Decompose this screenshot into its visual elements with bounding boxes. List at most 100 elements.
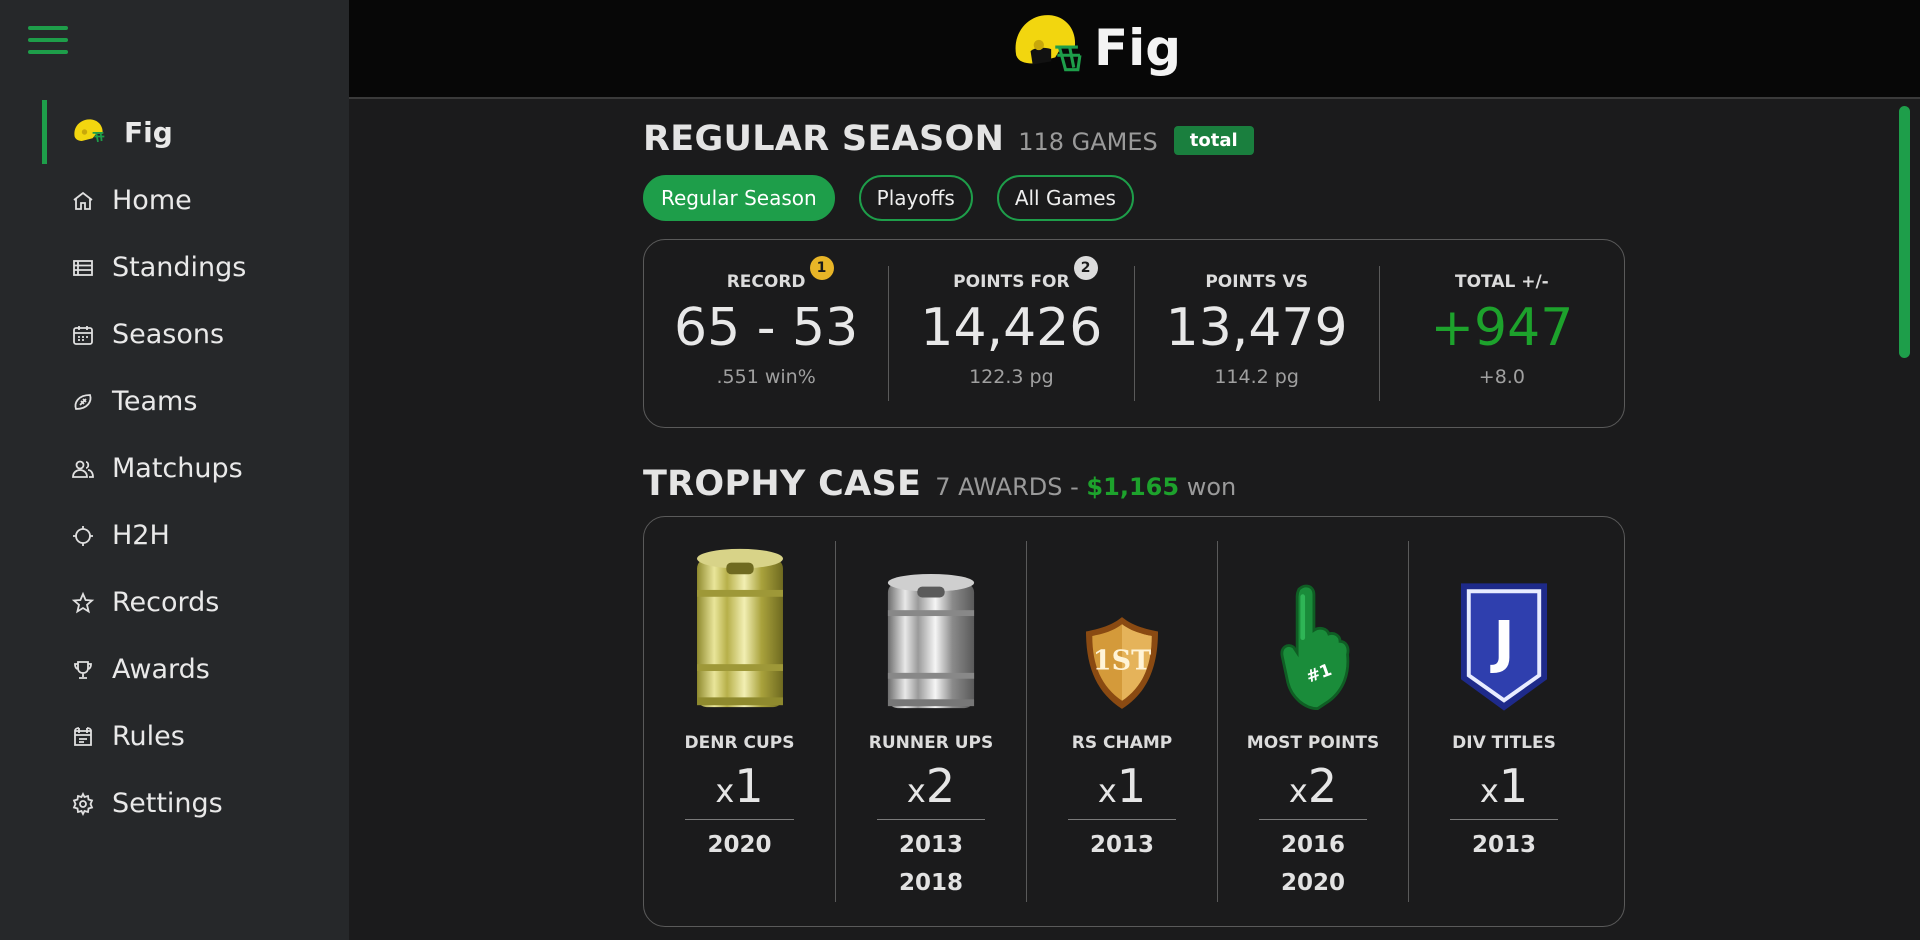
stat-value: 65 - 53 — [674, 298, 859, 358]
stat-value: +947 — [1430, 298, 1574, 358]
main-content: REGULAR SEASON 118 GAMES total Regular S… — [643, 99, 1626, 927]
season-filter-tabs: Regular Season Playoffs All Games — [643, 175, 1626, 221]
gear-icon — [70, 791, 96, 817]
season-title: REGULAR SEASON — [643, 119, 1005, 159]
stat-label: POINTS VS — [1205, 272, 1308, 292]
app-title: Fig — [1094, 19, 1182, 77]
stat-value: 13,479 — [1165, 298, 1348, 358]
stat-sub: 122.3 pg — [969, 366, 1054, 388]
stat-label: RECORD — [726, 272, 806, 292]
stat-label: TOTAL +/- — [1455, 272, 1549, 292]
svg-text:J: J — [1489, 610, 1514, 676]
sidebar-item-fig[interactable]: Fig — [42, 100, 332, 164]
trophy-year: 2020 — [707, 832, 772, 858]
gold-keg-icon — [696, 548, 783, 708]
brand[interactable]: Fig — [1010, 10, 1181, 86]
sidebar-item-settings[interactable]: Settings — [42, 770, 332, 837]
trophy-year: 2016 — [1280, 832, 1345, 858]
top-bar: Fig — [349, 0, 1920, 99]
sidebar-item-awards[interactable]: Awards — [42, 636, 332, 703]
first-place-shield-icon: 1ST — [1086, 617, 1158, 709]
trophy-case: DENR CUPS x1 2020 RUNNER UPS x2 2013 201… — [643, 516, 1625, 927]
stat-total-diff: TOTAL +/- +947 +8.0 — [1378, 266, 1624, 401]
trophy-name: RUNNER UPS — [868, 733, 994, 753]
crosshair-icon — [70, 523, 96, 549]
trophy-title: TROPHY CASE — [643, 464, 922, 504]
awards-count: 7 AWARDS - $1,165 won — [935, 473, 1237, 501]
football-icon — [70, 389, 96, 415]
trophy-count: x2 — [876, 759, 986, 820]
sidebar-item-label: Seasons — [112, 319, 225, 350]
trophy-rs-champ[interactable]: 1ST RS CHAMP x1 2013 — [1026, 541, 1217, 902]
trophy-most-points[interactable]: #1 MOST POINTS x2 2016 2020 — [1217, 541, 1408, 902]
sidebar-item-matchups[interactable]: Matchups — [42, 435, 332, 502]
trophy-runner-ups[interactable]: RUNNER UPS x2 2013 2018 — [835, 541, 1026, 902]
sidebar-item-label: H2H — [112, 520, 170, 551]
footnote-badge[interactable]: 1 — [809, 256, 834, 280]
sidebar-item-label: Records — [112, 587, 220, 618]
trophy-count: x1 — [685, 759, 794, 820]
trophy-years: 2020 — [644, 826, 835, 864]
trophy-year: 2018 — [898, 870, 963, 896]
trophy-year: 2013 — [1089, 832, 1154, 858]
stat-label: POINTS FOR — [953, 272, 1070, 292]
trophy-years: 2013 — [1409, 826, 1599, 864]
sidebar-item-label: Rules — [112, 721, 185, 752]
sidebar-item-label: Fig — [124, 115, 173, 149]
tab-all-games[interactable]: All Games — [996, 175, 1134, 221]
trophy-years: 2013 2018 — [836, 826, 1026, 902]
games-count: 118 GAMES — [1018, 128, 1158, 156]
trophy-div-titles[interactable]: J DIV TITLES x1 2013 — [1408, 541, 1599, 902]
trophy-name: DENR CUPS — [684, 733, 795, 753]
total-badge[interactable]: total — [1173, 126, 1254, 155]
sidebar-item-h2h[interactable]: H2H — [42, 502, 332, 569]
stat-record: RECORD 1 65 - 53 .551 win% — [644, 256, 888, 401]
sidebar: Fig Home Standings Seasons Teams Matchup… — [0, 0, 349, 940]
trophy-count: x1 — [1449, 759, 1559, 820]
trophy-year: 2013 — [1471, 832, 1536, 858]
helmet-icon — [70, 115, 108, 149]
stat-sub: +8.0 — [1478, 366, 1525, 388]
sidebar-item-rules[interactable]: Rules — [42, 703, 332, 770]
sidebar-item-label: Home — [112, 185, 192, 216]
stat-value: 14,426 — [920, 298, 1103, 358]
foam-finger-icon: #1 — [1280, 584, 1350, 711]
sidebar-item-label: Standings — [112, 252, 247, 283]
sidebar-item-seasons[interactable]: Seasons — [42, 301, 332, 368]
list-icon — [70, 255, 96, 281]
rules-icon — [70, 724, 96, 750]
trophy-year: 2020 — [1280, 870, 1345, 896]
money-won: $1,165 — [1086, 473, 1180, 501]
trophy-name: DIV TITLES — [1452, 733, 1556, 753]
scrollbar-thumb[interactable] — [1899, 106, 1910, 358]
sidebar-item-standings[interactable]: Standings — [42, 234, 332, 301]
trophy-name: MOST POINTS — [1246, 733, 1380, 753]
trophy-years: 2016 2020 — [1218, 826, 1408, 902]
stats-card: RECORD 1 65 - 53 .551 win% POINTS FOR 2 … — [643, 239, 1625, 428]
footnote-badge[interactable]: 2 — [1073, 256, 1098, 280]
sidebar-item-records[interactable]: Records — [42, 569, 332, 636]
star-icon — [70, 590, 96, 616]
sidebar-item-teams[interactable]: Teams — [42, 368, 332, 435]
trophy-header: TROPHY CASE 7 AWARDS - $1,165 won — [643, 464, 1626, 504]
helmet-logo-icon — [1010, 10, 1082, 86]
home-icon — [70, 188, 96, 214]
hamburger-icon[interactable] — [28, 26, 68, 54]
trophy-count: x2 — [1258, 759, 1368, 820]
sidebar-nav: Fig Home Standings Seasons Teams Matchup… — [42, 100, 332, 837]
trophy-name: RS CHAMP — [1071, 733, 1173, 753]
sidebar-item-home[interactable]: Home — [42, 167, 332, 234]
stat-sub: .551 win% — [716, 366, 816, 388]
sidebar-item-label: Teams — [112, 386, 198, 417]
stat-points-vs: POINTS VS 13,479 114.2 pg — [1133, 266, 1379, 401]
sidebar-item-label: Matchups — [112, 453, 243, 484]
tab-regular-season[interactable]: Regular Season — [643, 175, 835, 221]
sidebar-item-label: Settings — [112, 788, 223, 819]
trophy-icon — [70, 657, 96, 683]
users-icon — [70, 456, 96, 482]
tab-playoffs[interactable]: Playoffs — [858, 175, 973, 221]
trophy-year: 2013 — [898, 832, 963, 858]
division-banner-icon: J — [1460, 583, 1548, 711]
stat-sub: 114.2 pg — [1214, 366, 1299, 388]
trophy-denr-cups[interactable]: DENR CUPS x1 2020 — [644, 541, 835, 902]
